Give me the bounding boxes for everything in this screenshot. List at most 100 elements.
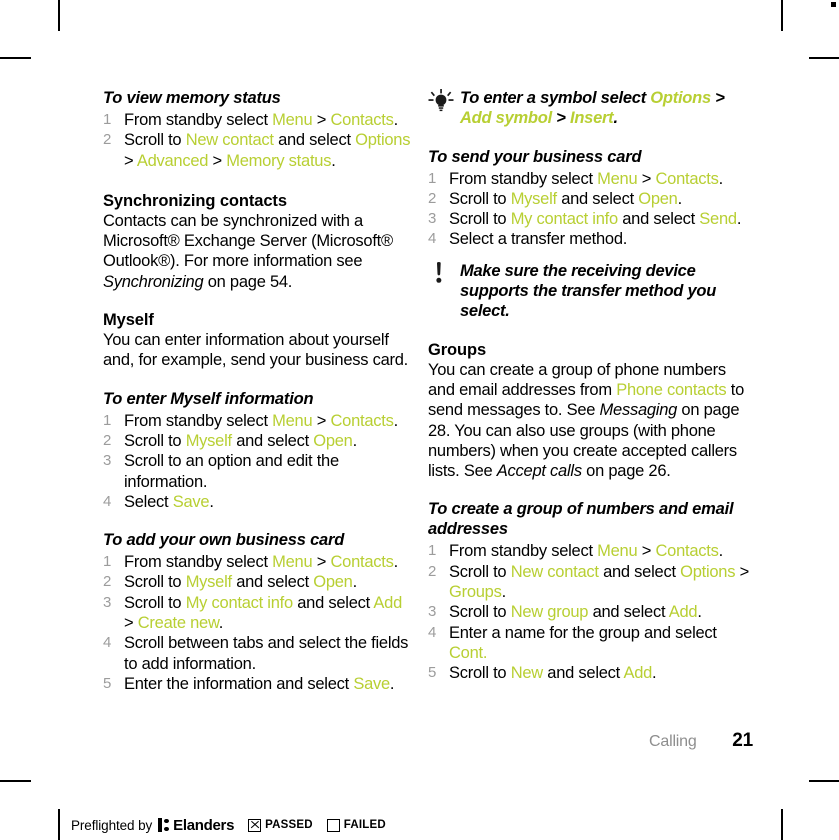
note-callout-text: Make sure the receiving device supports … <box>460 262 716 321</box>
text-run: . <box>718 542 724 561</box>
text-run: Scroll to <box>449 562 511 581</box>
text-run: Enter the information and select <box>124 674 354 693</box>
ui-term: Open <box>313 573 353 592</box>
text-run: To enter a symbol select <box>460 89 651 107</box>
procedure-step: Enter the information and select Save. <box>103 674 413 695</box>
text-run: Scroll to <box>124 131 186 150</box>
ui-term: New <box>510 664 544 683</box>
procedure-step: Select Save. <box>103 492 413 513</box>
ui-term: Groups <box>449 583 502 602</box>
ui-term: My contact info <box>185 593 293 612</box>
text-run: > <box>312 411 331 430</box>
text-run: and select <box>273 131 356 150</box>
text-run: From standby select <box>124 553 273 572</box>
text-run: . <box>697 603 702 622</box>
steps-to-add-your-own-business-card: From standby select Menu > Contacts. Scro… <box>103 552 413 694</box>
text-run: and select <box>617 210 700 229</box>
procedure-step: Scroll to New contact and select Options… <box>428 562 753 603</box>
note-callout-transfer-method: Make sure the receiving device supports … <box>428 261 753 322</box>
ui-term: Send <box>699 210 737 229</box>
ui-term: Myself <box>510 189 557 208</box>
ui-term: Add symbol <box>460 109 552 128</box>
text-run: Scroll to <box>449 210 511 229</box>
text-run: . <box>352 573 358 592</box>
text-run: . <box>393 411 399 430</box>
procedure-step: Scroll between tabs and select the field… <box>103 633 413 674</box>
ui-term: New contact <box>185 131 274 150</box>
procedure-step: From standby select Menu > Contacts. <box>103 110 413 131</box>
right-text-column: To enter a symbol select Options > Add s… <box>428 88 753 684</box>
ui-term: Save <box>172 492 210 511</box>
text-run: . <box>352 431 358 450</box>
ui-term: Menu <box>272 553 313 572</box>
text-run: > <box>637 542 656 561</box>
ui-term: Contacts <box>330 553 394 572</box>
ui-term: Myself <box>185 431 232 450</box>
text-run: > <box>124 614 138 633</box>
procedure-step: From standby select Menu > Contacts. <box>428 169 753 190</box>
steps-to-enter-myself-information: From standby select Menu > Contacts. Scro… <box>103 411 413 513</box>
ui-term: Options <box>680 562 736 581</box>
ui-term: Save <box>353 674 390 693</box>
text-run: > <box>208 151 227 170</box>
text-run: From standby select <box>124 111 273 129</box>
manual-page: To view memory status From standby selec… <box>0 0 839 840</box>
steps-to-send-your-business-card: From standby select Menu > Contacts. Scro… <box>428 169 753 250</box>
ui-term: Menu <box>272 111 313 129</box>
exclamation-note-icon <box>428 261 454 286</box>
ui-term: Cont. <box>449 643 488 662</box>
steps-to-create-a-group: From standby select Menu > Contacts. Scro… <box>428 541 753 683</box>
ui-term: Menu <box>272 411 313 430</box>
text-run: . <box>389 674 395 693</box>
ui-term: Menu <box>597 169 638 188</box>
ui-term: Create new <box>137 614 219 633</box>
text-run: . <box>393 111 399 129</box>
ui-term: My contact info <box>510 210 618 229</box>
text-run: Scroll to <box>449 189 511 208</box>
text-run: Scroll to an option and edit the informa… <box>124 452 339 491</box>
cross-reference: Synchronizing <box>103 272 204 291</box>
ui-term: Contacts <box>655 542 719 561</box>
failed-label: FAILED <box>343 819 386 831</box>
text-run: Contacts can be synchronized with a Micr… <box>103 211 393 271</box>
procedure-step: Scroll to Myself and select Open. <box>103 431 413 452</box>
preflight-passed-box: PASSED <box>248 818 313 832</box>
heading-to-view-memory-status: To view memory status <box>103 89 281 107</box>
ui-term: New contact <box>510 562 599 581</box>
text-run: and select <box>598 562 681 581</box>
failed-checkbox-icon <box>326 818 340 832</box>
footer-chapter-name: Calling <box>649 733 697 750</box>
elanders-logo-icon <box>158 818 170 832</box>
heading-to-enter-myself-information: To enter Myself information <box>103 389 314 408</box>
procedure-step: Enter a name for the group and select Co… <box>428 623 753 664</box>
ui-term: Contacts <box>330 111 394 129</box>
text-run: Scroll to <box>449 664 511 683</box>
text-run: . <box>718 169 724 188</box>
tip-callout-text: To enter a symbol select Options > Add s… <box>460 89 725 127</box>
footer-page-number: 21 <box>732 730 753 751</box>
paragraph-myself: You can enter information about yourself… <box>103 330 413 371</box>
text-run: > <box>124 151 137 170</box>
procedure-step: Scroll to Myself and select Open. <box>103 572 413 593</box>
text-run: . <box>218 614 224 633</box>
procedure-step: Scroll to New and select Add. <box>428 663 753 684</box>
procedure-step: Scroll to My contact info and select Add… <box>103 593 413 634</box>
text-run: . <box>736 210 742 229</box>
passed-checkbox-icon <box>248 818 262 832</box>
paragraph-synchronizing-contacts: Contacts can be synchronized with a Micr… <box>103 211 413 292</box>
tip-callout-enter-symbol: To enter a symbol select Options > Add s… <box>428 88 753 129</box>
preflight-label: Preflighted by <box>71 817 153 833</box>
text-run: on page 26. <box>581 462 671 481</box>
heading-to-create-a-group: To create a group of numbers and email a… <box>428 500 734 539</box>
ui-term: Options <box>650 89 711 107</box>
text-run: From standby select <box>449 542 598 561</box>
preflight-failed-box: FAILED <box>326 818 386 832</box>
procedure-step: Scroll to New contact and select Options… <box>103 130 413 171</box>
procedure-step: Select a transfer method. <box>428 229 753 250</box>
text-run: > <box>710 89 725 107</box>
lightbulb-tip-icon <box>428 89 454 113</box>
text-run: Select a transfer method. <box>449 230 628 249</box>
ui-term: Insert <box>570 109 614 128</box>
text-run: Select <box>124 492 173 511</box>
